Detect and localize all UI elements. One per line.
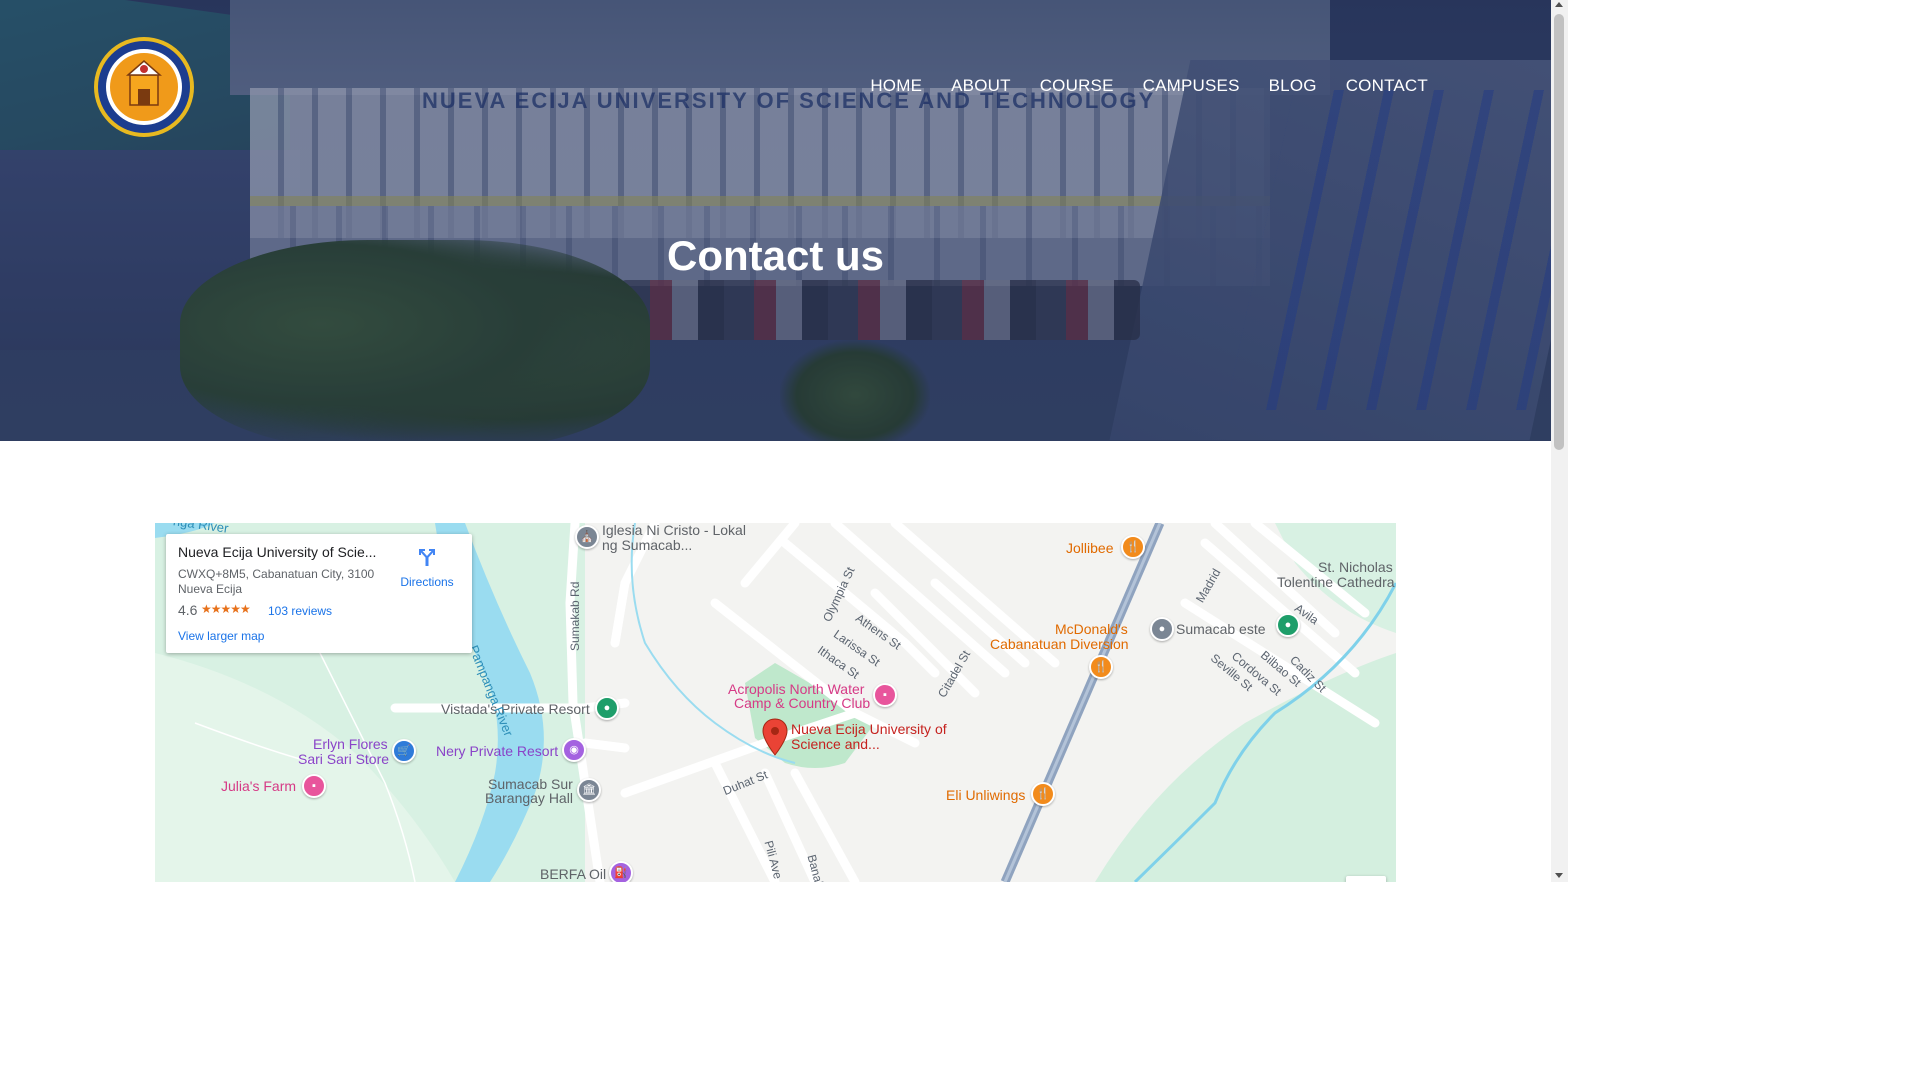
hero-banner: NUEVA ECIJA UNIVERSITY OF SCIENCE AND TE…	[0, 0, 1551, 441]
gas-station-pin-icon[interactable]: ⛽	[609, 861, 633, 882]
map-label-berfa-oil: BERFA Oil	[540, 866, 607, 882]
scroll-up-arrow-icon[interactable]	[1555, 2, 1563, 7]
place-pin-icon[interactable]: ●	[595, 696, 619, 720]
directions-icon	[419, 549, 435, 566]
directions-button[interactable]: Directions	[396, 546, 458, 589]
hero-overlay	[0, 0, 1551, 441]
shopping-cart-pin-icon[interactable]: 🛒	[392, 739, 416, 763]
page-scrollbar[interactable]	[1551, 0, 1568, 882]
map-label-acropolis-2: Camp & Country Club	[734, 695, 871, 711]
main-nav: HOME ABOUT COURSE CAMPUSES BLOG CONTACT	[841, 76, 1428, 96]
map-label-sumacab-sur-2: Barangay Hall	[485, 790, 573, 806]
map-zoom-control[interactable]	[1346, 876, 1386, 882]
map-label-julias-farm: Julia's Farm	[221, 778, 297, 794]
map-label-sumakab-rd: Sumakab Rd	[568, 581, 582, 651]
map-label-jollibee: Jollibee	[1066, 540, 1114, 556]
nav-course[interactable]: COURSE	[1040, 76, 1114, 96]
map-label-eli-unliwings: Eli Unliwings	[946, 787, 1026, 803]
map-label-erlyn: Erlyn Flores	[313, 736, 388, 752]
resort-pin-icon[interactable]: ▪	[873, 683, 897, 707]
scroll-down-arrow-icon[interactable]	[1555, 873, 1563, 878]
map-label-sumacab-este: Sumacab este	[1176, 621, 1266, 637]
map-label-mcdonalds: McDonald's	[1055, 621, 1128, 637]
view-larger-map-link[interactable]: View larger map	[178, 629, 264, 643]
nav-blog[interactable]: BLOG	[1269, 76, 1317, 96]
place-rating: 4.6	[178, 602, 198, 618]
place-name: Nueva Ecija University of Scie...	[178, 544, 377, 560]
map-label-erlyn-2: Sari Sari Store	[298, 751, 390, 767]
map-label-st-nicholas-2: Tolentine Cathedra	[1277, 574, 1395, 590]
resort-pin-icon[interactable]: ◉	[562, 738, 586, 762]
place-pin-icon[interactable]: ●	[1150, 617, 1174, 641]
government-pin-icon[interactable]: 🏛	[577, 778, 601, 802]
map-label-vistada: Vistada's Private Resort	[441, 701, 590, 717]
map-label-neust-2: Science and...	[791, 736, 880, 752]
place-info-card: Nueva Ecija University of Scie... CWXQ+8…	[166, 534, 472, 653]
map-label-mcdonalds-2: Cabanatuan Diversion	[990, 636, 1129, 652]
embedded-map[interactable]: ⛪ 🍴 ● ● 🍴 ▪ ● ◉ 🛒 ▪ 🏛 🍴 ⛽ Iglesia Ni Cri…	[155, 523, 1396, 882]
location-marker-icon[interactable]	[762, 718, 788, 756]
reviews-link[interactable]: 103 reviews	[268, 604, 332, 618]
church-pin-icon[interactable]: ⛪	[575, 525, 599, 549]
nav-contact[interactable]: CONTACT	[1346, 76, 1428, 96]
university-logo[interactable]	[92, 35, 196, 139]
nav-campuses[interactable]: CAMPUSES	[1143, 76, 1240, 96]
map-label-st-nicholas: St. Nicholas	[1318, 559, 1393, 575]
page-title: Contact us	[666, 232, 884, 279]
place-address-line-2: Nueva Ecija	[178, 582, 243, 596]
directions-label: Directions	[400, 575, 454, 589]
restaurant-pin-icon[interactable]: 🍴	[1031, 782, 1055, 806]
map-label-neust: Nueva Ecija University of	[791, 721, 947, 737]
rating-stars-icon: ★★★★★	[201, 602, 251, 616]
nav-about[interactable]: ABOUT	[951, 76, 1011, 96]
restaurant-pin-icon[interactable]: 🍴	[1089, 655, 1113, 679]
nav-home[interactable]: HOME	[870, 76, 922, 96]
map-label-iglesia-2: ng Sumacab...	[602, 537, 693, 553]
resort-pin-icon[interactable]: ▪	[302, 774, 326, 798]
map-label-iglesia: Iglesia Ni Cristo - Lokal	[602, 523, 746, 538]
map-label-nery: Nery Private Resort	[436, 743, 559, 759]
place-address-line-1: CWXQ+8M5, Cabanatuan City, 3100	[178, 567, 375, 581]
scroll-thumb[interactable]	[1554, 14, 1564, 450]
restaurant-pin-icon[interactable]: 🍴	[1121, 535, 1145, 559]
